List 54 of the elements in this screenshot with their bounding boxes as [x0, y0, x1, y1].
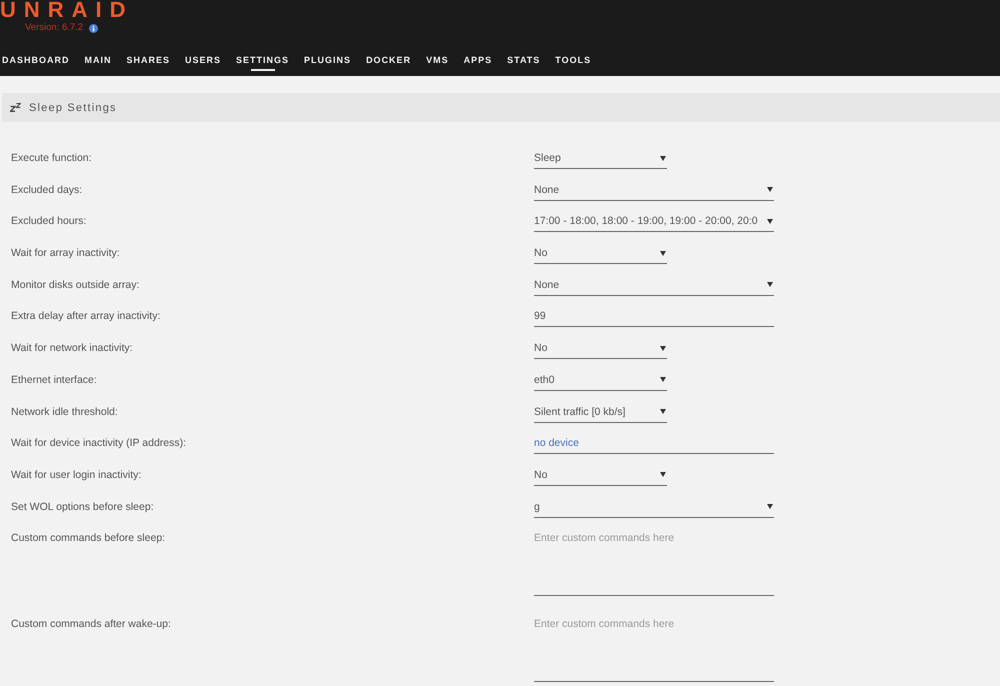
setting-label: Wait for user login inactivity:	[11, 468, 142, 483]
setting-label: Network idle threshold:	[11, 404, 119, 420]
dropdown[interactable]: No	[534, 243, 667, 264]
dropdown[interactable]: g	[534, 496, 774, 518]
caret-icon	[660, 409, 666, 414]
nav-tab[interactable]: USERS	[185, 54, 222, 72]
nav-tab[interactable]: DOCKER	[366, 54, 412, 72]
sleep-icon	[10, 103, 21, 112]
dropdown[interactable]: None	[534, 180, 774, 201]
text-field[interactable]: 99	[534, 306, 774, 328]
caret-icon	[660, 156, 666, 160]
nav-tab[interactable]: TOOLS	[555, 54, 592, 72]
setting-label: Excluded hours:	[11, 214, 88, 230]
caret-icon	[660, 250, 666, 256]
nav-tab[interactable]: SHARES	[126, 54, 170, 72]
logo: UNRAID	[0, 2, 134, 18]
dropdown[interactable]: No	[534, 338, 667, 360]
dropdown[interactable]: eth0	[534, 370, 667, 391]
caret-icon	[660, 472, 666, 478]
dropdown[interactable]: Silent traffic [0 kb/s]	[534, 402, 667, 422]
caret-icon	[660, 377, 666, 382]
setting-label: Excluded days:	[11, 182, 84, 198]
nav-tab[interactable]: APPS	[464, 54, 492, 72]
section-title: Sleep Settings	[29, 100, 117, 114]
setting-label: Wait for array inactivity:	[11, 246, 121, 262]
setting-label: Custom commands before sleep:	[11, 531, 166, 546]
setting-label: Ethernet interface:	[11, 372, 98, 388]
dropdown[interactable]: No	[534, 464, 667, 486]
setting-label: Execute function:	[11, 151, 93, 166]
version-text: Version: 6.7.2	[25, 22, 84, 34]
device-field[interactable]: no device	[534, 433, 774, 454]
setting-label: Monitor disks outside array:	[11, 278, 140, 293]
nav-tab[interactable]: SETTINGS	[236, 54, 290, 72]
commands-textarea[interactable]: Enter custom commands here	[534, 528, 774, 596]
nav-tab[interactable]: MAIN	[84, 54, 112, 72]
dropdown[interactable]: None	[534, 274, 774, 296]
caret-icon	[767, 282, 773, 288]
dropdown[interactable]: 17:00 - 18:00, 18:00 - 19:00, 19:00 - 20:00, 20:0	[534, 211, 774, 232]
commands-textarea[interactable]: Enter custom commands here	[534, 614, 774, 682]
setting-label: Extra delay after array inactivity:	[11, 309, 162, 324]
caret-icon	[660, 346, 666, 351]
caret-icon	[767, 218, 773, 224]
nav-tab[interactable]: VMS	[426, 54, 449, 72]
setting-label: Set WOL options before sleep:	[11, 500, 155, 515]
info-icon[interactable]	[89, 24, 98, 32]
setting-label: Custom commands after wake-up:	[11, 617, 172, 632]
caret-icon	[767, 504, 773, 510]
dropdown[interactable]: Sleep	[534, 148, 667, 169]
setting-label: Wait for device inactivity (IP address):	[11, 436, 188, 452]
nav-tab[interactable]: STATS	[507, 54, 540, 72]
caret-icon	[767, 187, 773, 192]
nav-tab[interactable]: PLUGINS	[304, 54, 352, 72]
setting-label: Wait for network inactivity:	[11, 341, 134, 356]
nav-tab[interactable]: DASHBOARD	[2, 54, 70, 72]
